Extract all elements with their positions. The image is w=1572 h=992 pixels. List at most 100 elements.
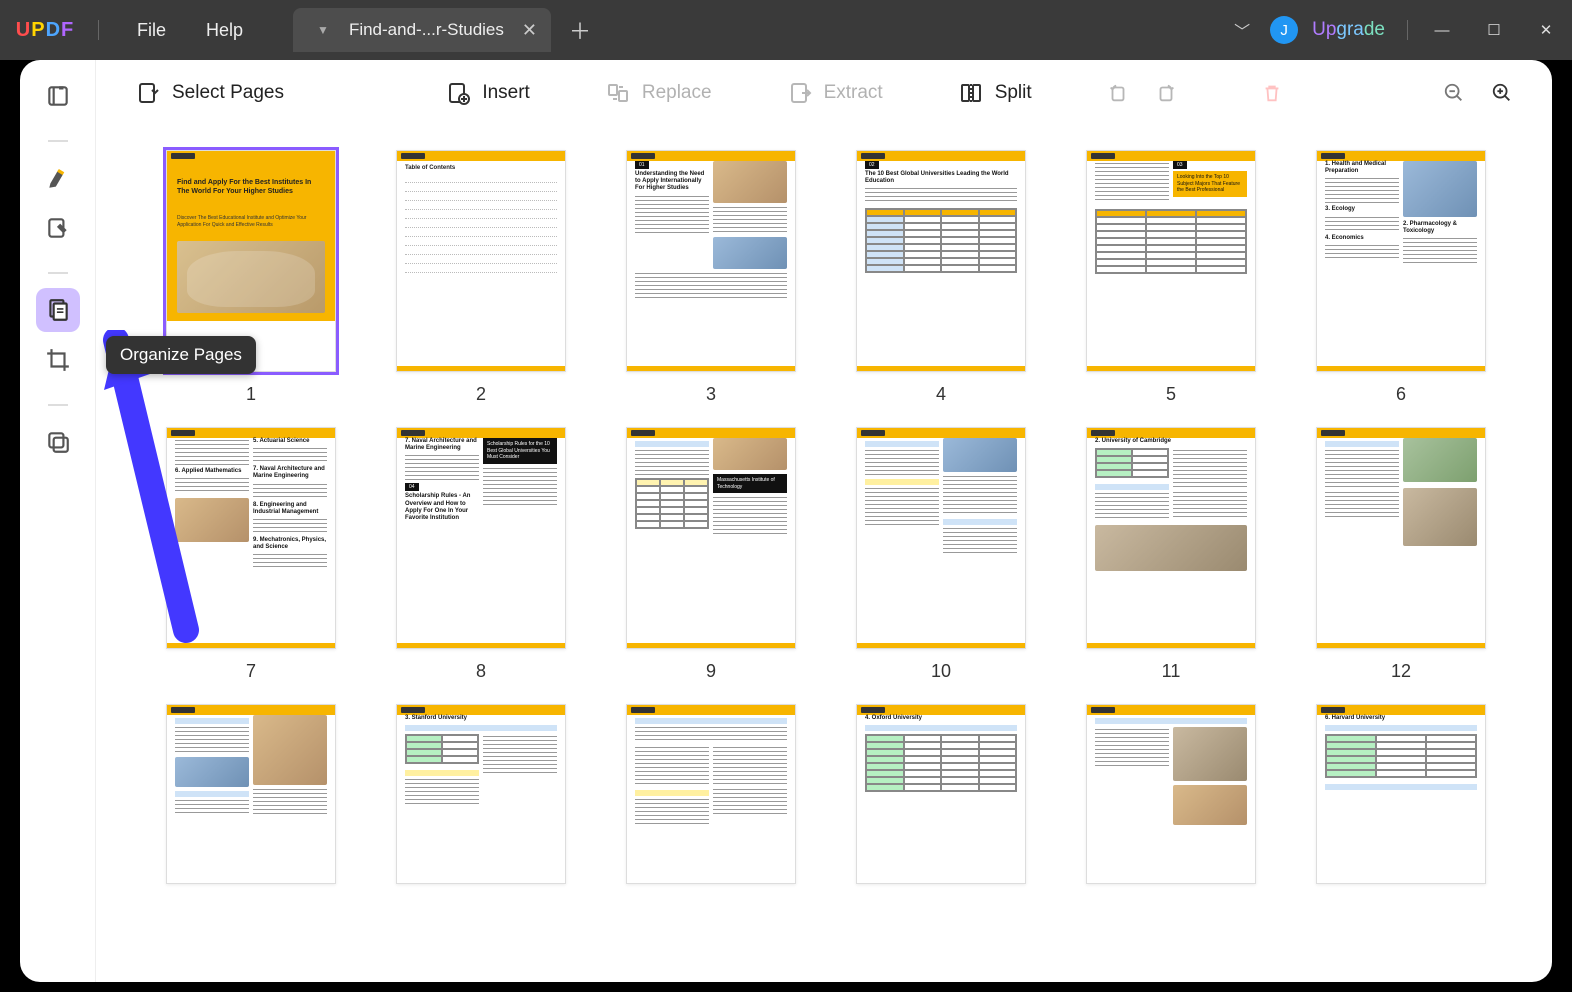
split-icon: [959, 81, 983, 105]
page-preview: [166, 704, 336, 884]
select-pages-button[interactable]: Select Pages: [126, 75, 294, 111]
watermark-mode-button[interactable]: [36, 420, 80, 464]
replace-button: Replace: [596, 75, 722, 111]
select-pages-icon: [136, 81, 160, 105]
rotate-right-button: [1146, 73, 1186, 113]
rotate-left-icon: [1107, 82, 1129, 104]
extract-label: Extract: [824, 82, 883, 104]
tab-dropdown-icon[interactable]: ▼: [311, 23, 335, 37]
page-thumbnail[interactable]: [1086, 704, 1256, 884]
extract-button: Extract: [778, 75, 893, 111]
crop-mode-button[interactable]: [36, 338, 80, 382]
page-thumbnail[interactable]: 12: [1316, 427, 1486, 682]
tooltip-organize-pages: Organize Pages: [106, 336, 256, 374]
workarea: Organize Pages Select Pages Insert Repla…: [20, 60, 1552, 982]
page-preview: 6. Applied Mathematics 5. Actuarial Scie…: [166, 427, 336, 649]
page-preview: Massachusetts Institute of Technology: [626, 427, 796, 649]
page-number: 5: [1166, 384, 1176, 405]
new-tab-button[interactable]: ＋: [551, 14, 609, 46]
replace-label: Replace: [642, 82, 712, 104]
page-preview: 03 Looking Into the Top 10 Subject Major…: [1086, 150, 1256, 372]
page-number: 1: [246, 384, 256, 405]
page-thumbnail[interactable]: 4. Oxford University: [856, 704, 1026, 884]
window-maximize-button[interactable]: ☐: [1468, 0, 1520, 60]
menu-help[interactable]: Help: [206, 20, 243, 41]
page-thumbnail[interactable]: 1. Health and Medical Preparation 3. Eco…: [1316, 150, 1486, 405]
page-thumbnail[interactable]: 02 The 10 Best Global Universities Leadi…: [856, 150, 1026, 405]
document-tab[interactable]: ▼ Find-and-...r-Studies ✕: [293, 8, 551, 52]
page-thumbnail[interactable]: 6. Applied Mathematics 5. Actuarial Scie…: [166, 427, 336, 682]
insert-label: Insert: [482, 82, 530, 104]
separator: [1407, 20, 1408, 40]
page-thumbnail[interactable]: [166, 704, 336, 884]
page-thumbnail[interactable]: 6. Harvard University: [1316, 704, 1486, 884]
extract-icon: [788, 81, 812, 105]
cover-subtitle: Discover The Best Educational Institute …: [177, 215, 307, 228]
page-preview: 6. Harvard University: [1316, 704, 1486, 884]
comment-mode-button[interactable]: [36, 156, 80, 200]
trash-icon: [1261, 82, 1283, 104]
page-thumbnail[interactable]: 01 Understanding the Need to Apply Inter…: [626, 150, 796, 405]
menu-file[interactable]: File: [137, 20, 166, 41]
titlebar: UPDF File Help ▼ Find-and-...r-Studies ✕…: [0, 0, 1572, 60]
highlighter-icon: [45, 165, 71, 191]
rotate-left-button: [1098, 73, 1138, 113]
page-preview: [626, 704, 796, 884]
zoom-out-button[interactable]: [1434, 73, 1474, 113]
split-button[interactable]: Split: [949, 75, 1042, 111]
main-menu: File Help: [107, 20, 273, 41]
rotate-right-icon: [1155, 82, 1177, 104]
book-icon: [45, 83, 71, 109]
select-pages-label: Select Pages: [172, 82, 284, 104]
window-minimize-button[interactable]: ―: [1416, 0, 1468, 60]
replace-icon: [606, 81, 630, 105]
left-sidebar: [20, 60, 96, 982]
page-preview: 01 Understanding the Need to Apply Inter…: [626, 150, 796, 372]
page-preview: 02 The 10 Best Global Universities Leadi…: [856, 150, 1026, 372]
page-number: 3: [706, 384, 716, 405]
page-thumbnail[interactable]: 2. University of Cambridge: [1086, 427, 1256, 682]
page-number: 11: [1162, 661, 1181, 682]
page-thumbnail[interactable]: 3. Stanford University: [396, 704, 566, 884]
insert-icon: [446, 81, 470, 105]
separator: [98, 20, 99, 40]
page-number: 9: [706, 661, 716, 682]
page-preview: 4. Oxford University: [856, 704, 1026, 884]
reader-mode-button[interactable]: [36, 74, 80, 118]
page-thumbnail[interactable]: Massachusetts Institute of Technology 9: [626, 427, 796, 682]
organize-pages-button[interactable]: [36, 288, 80, 332]
page-thumbnail[interactable]: [626, 704, 796, 884]
insert-button[interactable]: Insert: [436, 75, 540, 111]
delete-button: [1252, 73, 1292, 113]
window-menu-icon[interactable]: ﹀: [1224, 18, 1260, 42]
cover-title: Find and Apply For the Best Institutes I…: [177, 179, 315, 197]
page-number: 7: [246, 661, 256, 682]
page-preview: 1. Health and Medical Preparation 3. Eco…: [1316, 150, 1486, 372]
page-thumbnail[interactable]: Table of Contents 2: [396, 150, 566, 405]
page-thumbnail[interactable]: 7. Naval Architecture and Marine Enginee…: [396, 427, 566, 682]
page-thumbnail[interactable]: 03 Looking Into the Top 10 Subject Major…: [1086, 150, 1256, 405]
page-preview: 3. Stanford University: [396, 704, 566, 884]
tab-title: Find-and-...r-Studies: [349, 20, 504, 40]
upgrade-button[interactable]: Upgrade: [1312, 19, 1385, 41]
page-preview: [856, 427, 1026, 649]
tab-close-icon[interactable]: ✕: [518, 20, 541, 41]
page-preview: Table of Contents: [396, 150, 566, 372]
zoom-in-button[interactable]: [1482, 73, 1522, 113]
layers-icon: [45, 429, 71, 455]
app-logo: UPDF: [0, 19, 90, 42]
split-label: Split: [995, 82, 1032, 104]
page-preview: [1086, 704, 1256, 884]
page-number: 2: [476, 384, 486, 405]
page-number: 6: [1396, 384, 1406, 405]
edit-mode-button[interactable]: [36, 206, 80, 250]
page-thumbnail[interactable]: 10: [856, 427, 1026, 682]
thumbnail-grid: Find and Apply For the Best Institutes I…: [96, 126, 1552, 982]
organize-toolbar: Select Pages Insert Replace Extract Spli…: [96, 60, 1552, 126]
user-avatar[interactable]: J: [1270, 16, 1298, 44]
crop-icon: [45, 347, 71, 373]
page-number: 4: [936, 384, 946, 405]
page-number: 12: [1391, 661, 1411, 682]
window-close-button[interactable]: ✕: [1520, 0, 1572, 60]
page-number: 8: [476, 661, 486, 682]
